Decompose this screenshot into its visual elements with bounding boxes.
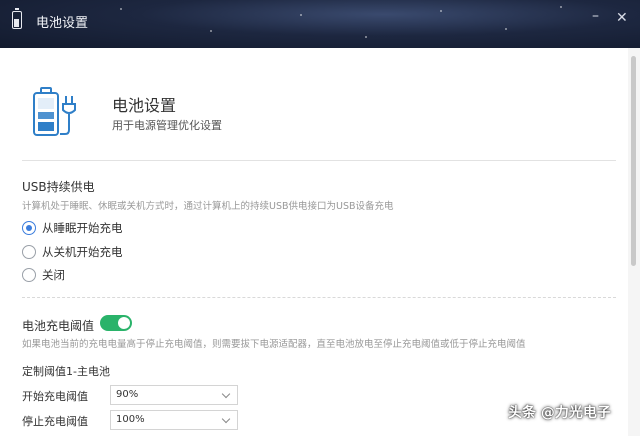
stop-threshold-select[interactable]: 100% xyxy=(110,410,238,430)
radio-label: 关闭 xyxy=(42,268,65,282)
page-title: 电池设置 xyxy=(112,96,177,115)
radio-button-checked[interactable] xyxy=(22,221,36,235)
scrollbar-thumb[interactable] xyxy=(631,56,636,266)
star-decoration xyxy=(440,10,442,12)
threshold-section-title: 电池充电阈值 xyxy=(22,319,95,333)
star-decoration xyxy=(365,36,367,38)
star-decoration xyxy=(300,14,302,16)
radio-label: 从睡眠开始充电 xyxy=(42,221,123,235)
title-bar: 电池设置 – ✕ xyxy=(0,0,640,48)
section-divider xyxy=(22,297,616,298)
battery-plug-icon xyxy=(33,87,76,136)
vertical-scrollbar[interactable] xyxy=(628,48,640,436)
usb-section-description: 计算机处于睡眠、休眠或关机方式时，通过计算机上的持续USB供电接口为USB设备充… xyxy=(22,201,394,212)
star-decoration xyxy=(210,30,212,32)
page-subtitle: 用于电源管理优化设置 xyxy=(112,119,222,132)
toggle-knob xyxy=(118,317,130,329)
threshold-toggle[interactable] xyxy=(100,315,132,331)
radio-label: 从关机开始充电 xyxy=(42,245,123,259)
stop-threshold-value: 100% xyxy=(116,414,145,425)
battery-icon xyxy=(12,8,22,29)
radio-button[interactable] xyxy=(22,245,36,259)
radio-sleep-charge[interactable]: 从睡眠开始充电 xyxy=(22,219,123,237)
radio-button[interactable] xyxy=(22,268,36,282)
start-threshold-label: 开始充电阈值 xyxy=(22,390,88,403)
radio-off[interactable]: 关闭 xyxy=(22,266,65,284)
chevron-down-icon xyxy=(221,389,231,399)
threshold-description: 如果电池当前的充电电量高于停止充电阈值，则需要拔下电源适配器，直至电池放电至停止… xyxy=(22,339,526,350)
stop-threshold-label: 停止充电阈值 xyxy=(22,415,88,428)
custom-threshold-title: 定制阈值1-主电池 xyxy=(22,365,110,378)
star-decoration xyxy=(120,8,122,10)
watermark-text: 头条 @力光电子 xyxy=(508,405,611,421)
minimize-button[interactable]: – xyxy=(592,8,599,24)
usb-section-title: USB持续供电 xyxy=(22,180,95,194)
radio-shutdown-charge[interactable]: 从关机开始充电 xyxy=(22,243,123,261)
header-divider xyxy=(22,160,616,161)
close-button[interactable]: ✕ xyxy=(616,10,628,26)
chevron-down-icon xyxy=(221,414,231,424)
star-decoration xyxy=(505,28,507,30)
window-title: 电池设置 xyxy=(36,16,89,31)
star-decoration xyxy=(560,6,562,8)
start-threshold-select[interactable]: 90% xyxy=(110,385,238,405)
start-threshold-value: 90% xyxy=(116,389,139,400)
